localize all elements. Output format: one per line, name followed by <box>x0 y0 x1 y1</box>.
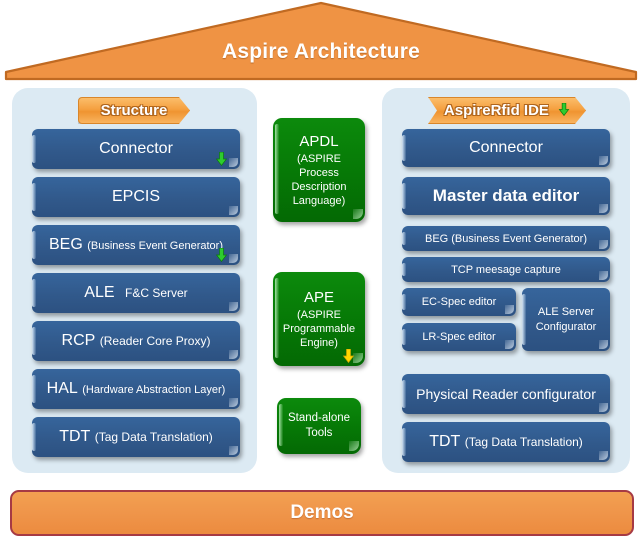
right-item-ec-spec-editor-label: EC-Spec editor <box>421 296 497 308</box>
left-item-rcp-acronym: RCP <box>61 332 96 349</box>
aspirerfid-ide-header-chip[interactable]: AspireRfid IDE <box>428 97 586 124</box>
structure-header-label: Structure <box>100 102 168 119</box>
right-item-ale-server-configurator-label: ALE Server Configurator <box>535 305 597 333</box>
middle-item-standalone-tools[interactable]: Stand-alone Tools <box>277 398 361 454</box>
middle-item-ape[interactable]: APE (ASPIRE Programmable Engine) <box>273 272 365 366</box>
left-item-beg-detail: (Business Event Generator) <box>87 240 223 252</box>
left-item-beg-label: BEG (Business Event Generator) <box>43 236 229 254</box>
left-item-tdt[interactable]: TDT (Tag Data Translation) <box>32 417 240 457</box>
right-item-connector[interactable]: Connector <box>402 129 610 167</box>
left-item-ale-label: ALE F&C Server <box>78 284 193 302</box>
middle-item-ape-label: APE (ASPIRE Programmable Engine) <box>273 288 365 350</box>
right-item-tcp-message-capture[interactable]: TCP meesage capture <box>402 257 610 282</box>
left-item-ale[interactable]: ALE F&C Server <box>32 273 240 313</box>
left-item-hal-detail: (Hardware Abstraction Layer) <box>82 384 226 396</box>
right-item-physical-reader-configurator[interactable]: Physical Reader configurator <box>402 374 610 414</box>
right-item-ec-spec-editor[interactable]: EC-Spec editor <box>402 288 516 316</box>
right-item-physical-reader-configurator-label: Physical Reader configurator <box>416 386 596 402</box>
middle-item-apdl-subtitle: (ASPIRE Process Description Language) <box>291 152 347 208</box>
left-item-ale-acronym: ALE <box>84 284 115 301</box>
middle-item-apdl-label: APDL (ASPIRE Process Description Languag… <box>273 132 365 209</box>
left-item-tdt-acronym: TDT <box>59 428 91 445</box>
left-item-rcp-label: RCP (Reader Core Proxy) <box>56 332 217 350</box>
left-item-connector[interactable]: Connector <box>32 129 240 169</box>
arrow-down-yellow-icon <box>342 348 355 364</box>
roof-banner: Aspire Architecture <box>0 0 642 82</box>
middle-item-ape-subtitle: (ASPIRE Programmable Engine) <box>282 308 356 350</box>
demos-bar[interactable]: Demos <box>10 490 634 536</box>
middle-item-standalone-tools-label: Stand-alone Tools <box>287 412 351 439</box>
structure-header-chip[interactable]: Structure <box>78 97 190 124</box>
left-item-hal[interactable]: HAL (Hardware Abstraction Layer) <box>32 369 240 409</box>
right-item-ale-server-configurator[interactable]: ALE Server Configurator <box>522 288 610 351</box>
left-item-hal-acronym: HAL <box>46 380 78 397</box>
left-item-epcis-label: EPCIS <box>111 188 160 205</box>
left-item-hal-label: HAL (Hardware Abstraction Layer) <box>41 380 232 398</box>
left-item-epcis[interactable]: EPCIS <box>32 177 240 217</box>
arrow-down-green-icon <box>215 247 228 263</box>
right-item-beg-label: BEG (Business Event Generator) <box>424 232 587 245</box>
right-item-tdt[interactable]: TDT (Tag Data Translation) <box>402 422 610 462</box>
left-item-tdt-label: TDT (Tag Data Translation) <box>53 428 219 446</box>
right-item-master-data-editor[interactable]: Master data editor <box>402 177 610 215</box>
page-title: Aspire Architecture <box>222 40 420 63</box>
left-item-beg[interactable]: BEG (Business Event Generator) <box>32 225 240 265</box>
left-item-ale-detail: F&C Server <box>125 286 188 300</box>
right-item-tdt-detail: (Tag Data Translation) <box>464 435 583 449</box>
middle-item-apdl-title: APDL <box>299 132 339 150</box>
right-item-beg[interactable]: BEG (Business Event Generator) <box>402 226 610 251</box>
arrow-down-green-icon <box>215 151 228 167</box>
middle-item-apdl[interactable]: APDL (ASPIRE Process Description Languag… <box>273 118 365 222</box>
demos-label: Demos <box>290 502 354 523</box>
left-item-beg-acronym: BEG <box>49 236 83 253</box>
right-item-connector-label: Connector <box>469 139 543 156</box>
left-item-rcp-detail: (Reader Core Proxy) <box>99 334 211 348</box>
arrow-down-green-icon <box>558 99 570 124</box>
right-item-master-data-editor-label: Master data editor <box>432 186 580 205</box>
aspirerfid-ide-header-label: AspireRfid IDE <box>443 102 549 119</box>
right-item-tdt-acronym: TDT <box>429 433 461 450</box>
right-item-lr-spec-editor[interactable]: LR-Spec editor <box>402 323 516 351</box>
right-item-tcp-message-capture-label: TCP meesage capture <box>451 263 561 276</box>
right-item-lr-spec-editor-label: LR-Spec editor <box>422 331 496 343</box>
middle-item-ape-title: APE <box>303 288 334 306</box>
left-item-rcp[interactable]: RCP (Reader Core Proxy) <box>32 321 240 361</box>
left-item-tdt-detail: (Tag Data Translation) <box>94 430 213 444</box>
right-item-tdt-label: TDT (Tag Data Translation) <box>423 433 589 451</box>
left-item-connector-label: Connector <box>99 140 173 157</box>
